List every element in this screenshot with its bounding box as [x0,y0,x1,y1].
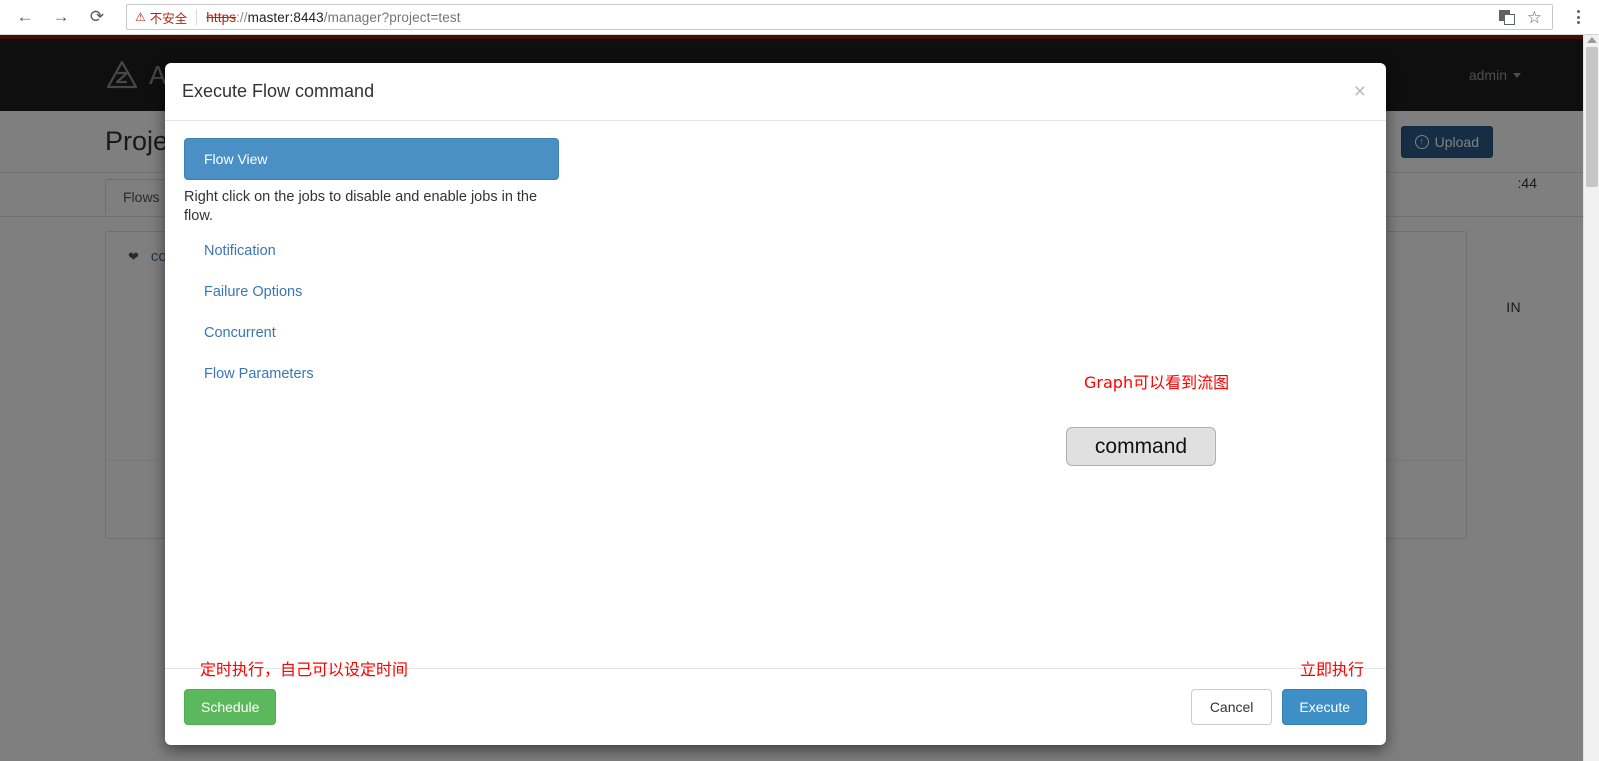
three-dots-menu-icon[interactable] [1563,2,1593,32]
sidebar-item-notification[interactable]: Notification [184,243,559,259]
url-scheme: https [206,9,237,25]
url-host: master:8443 [247,9,324,25]
scrollbar-thumb[interactable] [1586,47,1598,187]
browser-toolbar: ← → ⟳ ⚠ 不安全 https://master:8443/manager?… [0,0,1599,35]
schedule-annotation: 定时执行，自己可以设定时间 [200,660,409,679]
flow-graph-node-command[interactable]: command [1066,427,1216,466]
translate-icon[interactable] [1498,9,1515,25]
scroll-up-arrow-icon[interactable] [1587,37,1597,43]
security-warning-badge[interactable]: ⚠ 不安全 [135,8,187,27]
warning-triangle-icon: ⚠ [135,10,146,24]
graph-annotation: Graph可以看到流图 [1084,373,1230,392]
schedule-button[interactable]: Schedule [184,689,277,725]
sidebar-item-flow-parameters[interactable]: Flow Parameters [184,366,559,382]
modal-body: Flow View Right click on the jobs to dis… [165,121,1386,668]
modal-footer: 定时执行，自己可以设定时间 立即执行 Schedule Cancel Execu… [165,660,1386,745]
flow-view-hint: Right click on the jobs to disable and e… [184,189,538,224]
reload-icon[interactable]: ⟳ [82,2,112,32]
star-icon[interactable]: ☆ [1527,9,1542,26]
modal-sidebar: Flow View Right click on the jobs to dis… [184,138,559,407]
cancel-button[interactable]: Cancel [1190,689,1273,725]
execute-flow-modal: Execute Flow command × Flow View Right c… [165,63,1386,745]
modal-header: Execute Flow command × [165,63,1386,121]
execute-annotation: 立即执行 [1299,660,1364,679]
address-bar[interactable]: ⚠ 不安全 https://master:8443/manager?projec… [126,4,1553,30]
modal-footer-actions: Cancel Execute [1190,689,1367,725]
tab-flow-view[interactable]: Flow View [184,138,559,180]
modal-title: Execute Flow command [182,81,375,101]
close-icon[interactable]: × [1354,81,1366,102]
sidebar-item-failure-options[interactable]: Failure Options [184,284,559,300]
omnibox-divider [196,9,198,25]
sidebar-item-concurrent[interactable]: Concurrent [184,325,559,341]
url-text: https://master:8443/manager?project=test [206,10,460,25]
forward-icon[interactable]: → [46,2,76,32]
page-scrollbar[interactable] [1583,35,1599,761]
url-separator: :// [236,9,248,25]
flow-graph-canvas[interactable]: Graph可以看到流图 command [565,121,1386,668]
execute-button[interactable]: Execute [1282,689,1367,725]
back-icon[interactable]: ← [10,2,40,32]
url-path: /manager?project=test [323,9,461,25]
modal-sidebar-links: Notification Failure Options Concurrent … [184,243,559,382]
security-warning-label: 不安全 [149,11,188,26]
